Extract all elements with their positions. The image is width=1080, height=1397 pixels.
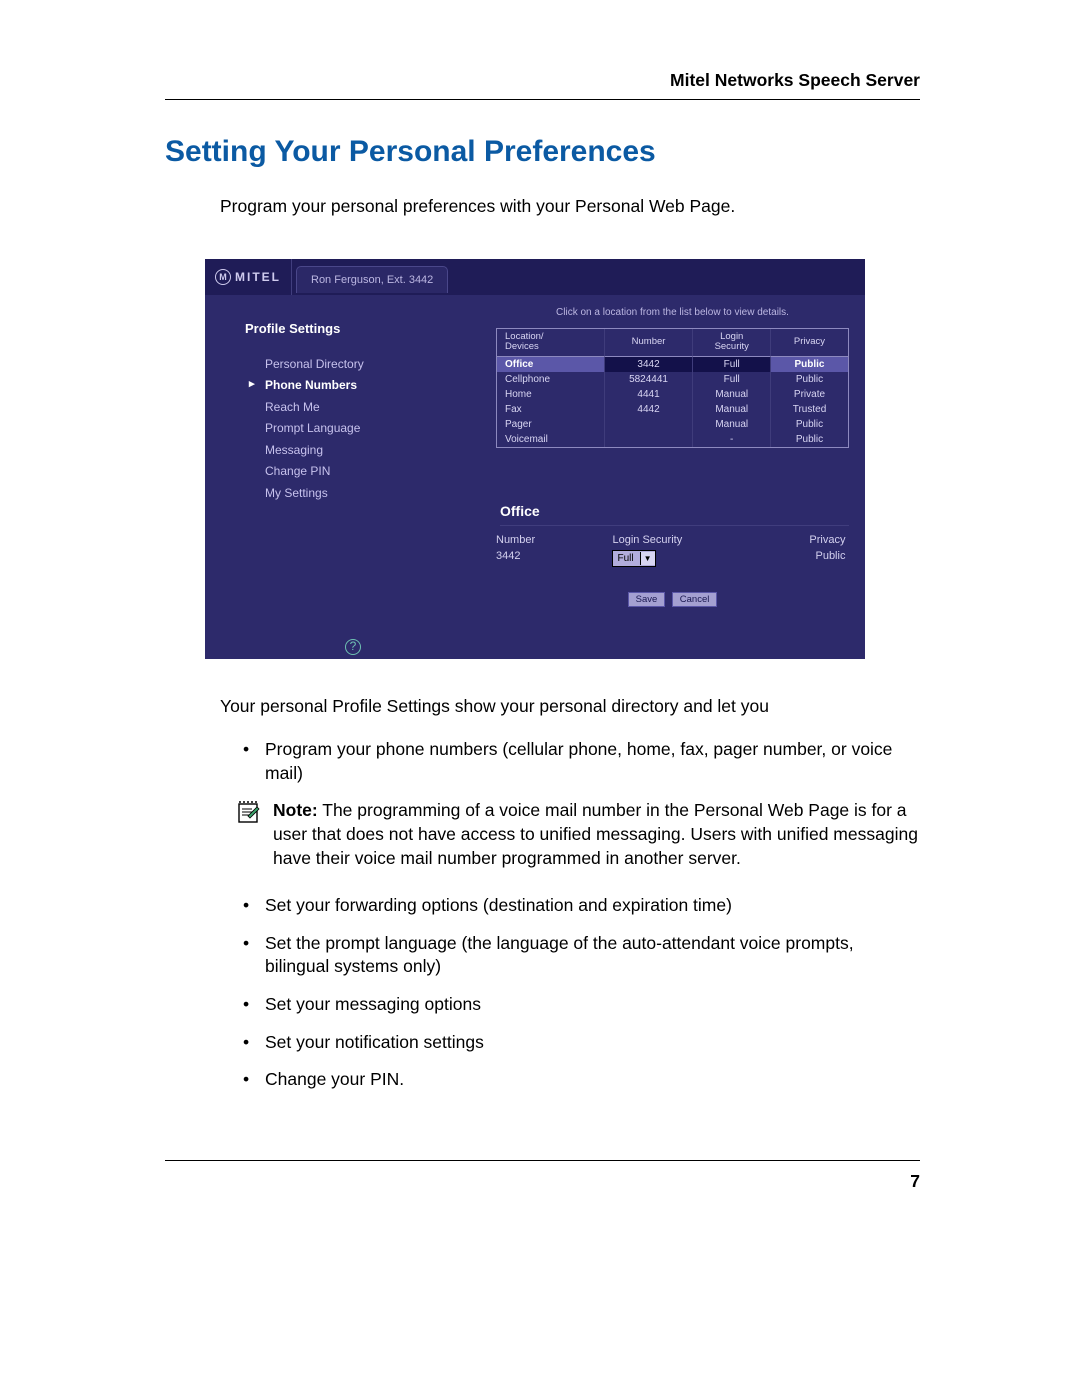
table-cell: 3442 — [605, 357, 694, 372]
table-cell — [605, 432, 694, 447]
locations-table: Location/DevicesNumberLoginSecurityPriva… — [496, 328, 849, 449]
table-cell: Public — [771, 357, 848, 372]
footer-rule — [165, 1160, 920, 1161]
section-title: Setting Your Personal Preferences — [165, 135, 920, 169]
after-screenshot-text: Your personal Profile Settings show your… — [220, 694, 920, 719]
detail-login-label: Login Security — [612, 534, 728, 546]
table-cell: Home — [497, 387, 605, 402]
list-item: Set the prompt language (the language of… — [241, 932, 920, 979]
save-button[interactable]: Save — [628, 592, 666, 607]
help-icon[interactable]: ? — [345, 639, 361, 655]
chevron-down-icon: ▼ — [640, 552, 655, 565]
detail-privacy-label: Privacy — [729, 534, 845, 546]
list-item: Change your PIN. — [241, 1068, 920, 1092]
list-item: Set your messaging options — [241, 993, 920, 1017]
sidebar-item[interactable]: Reach Me — [245, 397, 468, 419]
list-item: Set your notification settings — [241, 1031, 920, 1055]
document-page: Mitel Networks Speech Server Setting You… — [0, 0, 1080, 1397]
sidebar-item[interactable]: Messaging — [245, 440, 468, 462]
login-security-select[interactable]: Full ▼ — [612, 550, 655, 567]
table-cell: Voicemail — [497, 432, 605, 447]
user-tab[interactable]: Ron Ferguson, Ext. 3442 — [296, 266, 448, 293]
table-cell — [605, 417, 694, 432]
sidebar-item[interactable]: Personal Directory — [245, 354, 468, 376]
table-cell: Public — [771, 372, 848, 387]
main-panel: Click on a location from the list below … — [480, 295, 865, 659]
table-cell: Pager — [497, 417, 605, 432]
table-header: Privacy — [771, 329, 848, 358]
table-header: Number — [605, 329, 694, 358]
page-number: 7 — [910, 1171, 920, 1192]
table-cell: Public — [771, 432, 848, 447]
sidebar-item[interactable]: Prompt Language — [245, 418, 468, 440]
table-cell: Manual — [693, 402, 771, 417]
table-header: Location/Devices — [497, 329, 605, 358]
bullet-list-a: Program your phone numbers (cellular pho… — [241, 738, 920, 785]
table-row[interactable]: Home4441ManualPrivate — [497, 387, 848, 402]
cancel-button[interactable]: Cancel — [672, 592, 718, 607]
detail-privacy-value: Public — [815, 550, 845, 562]
note-label: Note: — [273, 800, 318, 820]
list-item: Program your phone numbers (cellular pho… — [241, 738, 920, 785]
mitel-logo: M MITEL — [205, 259, 292, 295]
table-cell: 4442 — [605, 402, 694, 417]
detail-row: Number 3442 Login Security Full ▼ Privac… — [496, 534, 849, 567]
table-cell: Full — [693, 357, 771, 372]
login-security-value: Full — [613, 553, 639, 564]
bullet-list-b: Set your forwarding options (destination… — [241, 894, 920, 1092]
note-icon — [237, 799, 273, 870]
profile-settings-screenshot: M MITEL Ron Ferguson, Ext. 3442 Profile … — [205, 259, 865, 659]
running-header: Mitel Networks Speech Server — [165, 70, 920, 100]
sidebar-title: Profile Settings — [245, 321, 468, 336]
table-row[interactable]: Fax4442ManualTrusted — [497, 402, 848, 417]
table-cell: Trusted — [771, 402, 848, 417]
table-cell: Fax — [497, 402, 605, 417]
table-cell: Manual — [693, 387, 771, 402]
note-body: The programming of a voice mail number i… — [273, 800, 918, 867]
table-cell: Private — [771, 387, 848, 402]
detail-number-label: Number — [496, 534, 612, 546]
table-cell: - — [693, 432, 771, 447]
table-row[interactable]: Cellphone5824441FullPublic — [497, 372, 848, 387]
table-cell: Manual — [693, 417, 771, 432]
panel-instruction: Click on a location from the list below … — [496, 307, 849, 318]
mitel-logo-text: MITEL — [235, 270, 281, 284]
mitel-icon: M — [215, 269, 231, 285]
table-cell: Cellphone — [497, 372, 605, 387]
table-cell: Public — [771, 417, 848, 432]
table-row[interactable]: Office3442FullPublic — [497, 357, 848, 372]
table-header: LoginSecurity — [693, 329, 771, 358]
table-cell: 5824441 — [605, 372, 694, 387]
table-row[interactable]: Voicemail -Public — [497, 432, 848, 447]
sidebar-item[interactable]: My Settings — [245, 483, 468, 505]
table-cell: Full — [693, 372, 771, 387]
app-header: M MITEL Ron Ferguson, Ext. 3442 — [205, 259, 865, 295]
note-block: Note: The programming of a voice mail nu… — [237, 799, 920, 870]
sidebar: Profile Settings Personal DirectoryPhone… — [205, 295, 480, 659]
table-row[interactable]: Pager ManualPublic — [497, 417, 848, 432]
sidebar-item[interactable]: Phone Numbers — [245, 375, 468, 397]
intro-paragraph: Program your personal preferences with y… — [220, 194, 920, 219]
table-cell: 4441 — [605, 387, 694, 402]
note-text: Note: The programming of a voice mail nu… — [273, 799, 920, 870]
sidebar-item[interactable]: Change PIN — [245, 461, 468, 483]
detail-title: Office — [500, 503, 849, 526]
table-cell: Office — [497, 357, 605, 372]
list-item: Set your forwarding options (destination… — [241, 894, 920, 918]
sidebar-nav: Personal DirectoryPhone NumbersReach MeP… — [245, 354, 468, 505]
detail-number-value: 3442 — [496, 550, 520, 562]
